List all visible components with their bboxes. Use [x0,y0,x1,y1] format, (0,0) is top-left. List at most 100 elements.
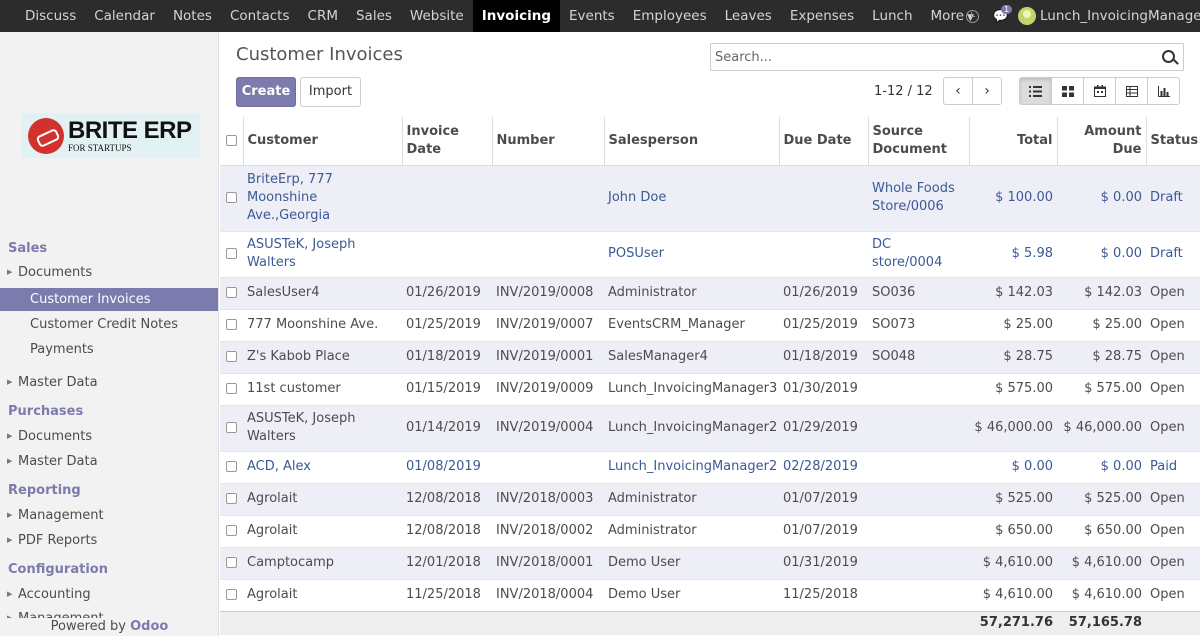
table-row[interactable]: Camptocamp 12/01/2018 INV/2018/0001 Demo Us… [220,547,1200,579]
menu-sales[interactable]: Sales [347,0,401,32]
cell-number: INV/2018/0002 [492,515,604,547]
row-checkbox[interactable] [226,589,237,600]
menu-employees[interactable]: Employees [624,0,716,32]
column-number[interactable]: Number [491,117,604,166]
row-checkbox[interactable] [226,461,237,472]
kanban-view-button[interactable] [1051,77,1084,105]
sidebar-item-purchases-documents[interactable]: ▶ Documents [0,425,218,448]
company-logo: BRITE ERP FOR STARTUPS [21,113,200,158]
menu-expenses[interactable]: Expenses [781,0,863,32]
sidebar-item-payments[interactable]: Payments [0,338,218,361]
pivot-view-button[interactable] [1115,77,1148,105]
table-row[interactable]: 11st customer 01/15/2019 INV/2019/0009 Lunc… [220,373,1200,405]
row-checkbox[interactable] [226,525,237,536]
table-row[interactable]: BriteErp, 777 Moonshine Ave.,Georgia John… [220,165,1200,231]
sidebar-item-purchases-master-data[interactable]: ▶ Master Data [0,450,218,473]
list-icon [1029,85,1042,97]
cell-source-document [868,451,969,483]
sidebar-item-sales-master-data[interactable]: ▶ Master Data [0,371,218,394]
row-checkbox[interactable] [226,287,237,298]
search-icon[interactable] [1162,50,1175,63]
menu-calendar[interactable]: Calendar [85,0,164,32]
row-checkbox[interactable] [226,351,237,362]
menu-events[interactable]: Events [560,0,624,32]
cell-status: Draft [1146,231,1200,277]
row-select-cell [220,231,243,277]
table-row[interactable]: ASUSTeK, Joseph Walters POSUser DC store/0… [220,231,1200,277]
row-checkbox[interactable] [226,422,237,433]
cell-source-document: DC store/0004 [868,231,969,277]
row-checkbox[interactable] [226,557,237,568]
sidebar-item-pdf-reports[interactable]: ▶ PDF Reports [0,529,218,552]
menu-discuss[interactable]: Discuss [16,0,85,32]
sidebar-item-customer-credit-notes[interactable]: Customer Credit Notes [0,313,218,336]
row-checkbox[interactable] [226,192,237,203]
logo-subtitle: FOR STARTUPS [68,142,132,153]
graph-view-button[interactable] [1147,77,1180,105]
table-row[interactable]: Agrolait 11/25/2018 INV/2018/0004 Demo User… [220,579,1200,611]
menu-website[interactable]: Website [401,0,473,32]
user-menu[interactable]: Lunch_InvoicingManager3 [1040,8,1200,24]
row-select-cell [220,373,243,405]
cell-total: $ 46,000.00 [969,405,1057,451]
table-row[interactable]: Agrolait 12/08/2018 INV/2018/0003 Administr… [220,483,1200,515]
pager-value[interactable]: 1-12 / 12 [874,84,933,99]
cell-source-document: SO048 [868,341,969,373]
row-checkbox[interactable] [226,248,237,259]
table-row[interactable]: ASUSTeK, Joseph Walters 01/14/2019 INV/201… [220,405,1200,451]
table-row[interactable]: SalesUser4 01/26/2019 INV/2019/0008 Adminis… [220,277,1200,309]
column-salesperson[interactable]: Salesperson [603,117,779,166]
cell-total: $ 5.98 [969,231,1057,277]
cell-customer: Agrolait [243,515,402,547]
row-checkbox[interactable] [226,493,237,504]
row-checkbox[interactable] [226,383,237,394]
table-row[interactable]: Z's Kabob Place 01/18/2019 INV/2019/0001 Sa… [220,341,1200,373]
pager-next-button[interactable]: › [972,77,1002,105]
menu-crm[interactable]: CRM [299,0,347,32]
bar-chart-icon [1157,85,1170,97]
chat-icon[interactable]: 💬 1 [993,5,1013,23]
menu-notes[interactable]: Notes [164,0,221,32]
create-button[interactable]: Create [236,77,296,107]
cell-salesperson: Demo User [604,579,779,611]
sidebar-section-reporting: Reporting [8,483,81,498]
sidebar-item-sales-documents[interactable]: ▶ Documents [0,261,218,284]
import-button[interactable]: Import [300,77,361,107]
row-checkbox[interactable] [226,319,237,330]
cell-customer: SalesUser4 [243,277,402,309]
cell-source-document [868,515,969,547]
sidebar-item-management[interactable]: ▶ Management [0,504,218,527]
calendar-view-button[interactable] [1083,77,1116,105]
cell-invoice-date [402,165,492,231]
table-row[interactable]: Agrolait 12/08/2018 INV/2018/0002 Administr… [220,515,1200,547]
cell-status: Open [1146,579,1200,611]
column-status[interactable]: Status [1145,117,1200,166]
menu-leaves[interactable]: Leaves [716,0,781,32]
cell-total: $ 28.75 [969,341,1057,373]
column-source-document[interactable]: Source Document [867,117,969,166]
column-due-date[interactable]: Due Date [778,117,868,166]
cell-invoice-date [402,231,492,277]
cell-amount-due: $ 4,610.00 [1057,579,1146,611]
odoo-link[interactable]: Odoo [130,619,168,634]
menu-invoicing[interactable]: Invoicing [472,0,560,32]
search-input[interactable] [715,47,1155,67]
column-customer[interactable]: Customer [242,117,402,166]
sidebar-item-customer-invoices[interactable]: Customer Invoices [0,288,218,311]
menu-lunch[interactable]: Lunch [863,0,921,32]
cell-source-document: SO036 [868,277,969,309]
sidebar-item-accounting[interactable]: ▶ Accounting [0,583,218,606]
kanban-icon [1061,85,1074,97]
table-row[interactable]: ACD, Alex 01/08/2019 Lunch_InvoicingManage… [220,451,1200,483]
column-amount-due[interactable]: Amount Due [1056,117,1146,166]
activity-clock-icon[interactable] [966,9,980,23]
menu-contacts[interactable]: Contacts [221,0,299,32]
pager-previous-button[interactable]: ‹ [943,77,973,105]
column-total[interactable]: Total [968,117,1057,166]
table-row[interactable]: 777 Moonshine Ave. 01/25/2019 INV/2019/000… [220,309,1200,341]
invoice-list: Customer Invoice Date Number Salesperson… [220,117,1200,635]
list-view-button[interactable] [1019,77,1052,105]
user-avatar[interactable] [1018,7,1036,25]
column-invoice-date[interactable]: Invoice Date [401,117,492,166]
select-all-checkbox[interactable] [226,134,237,146]
